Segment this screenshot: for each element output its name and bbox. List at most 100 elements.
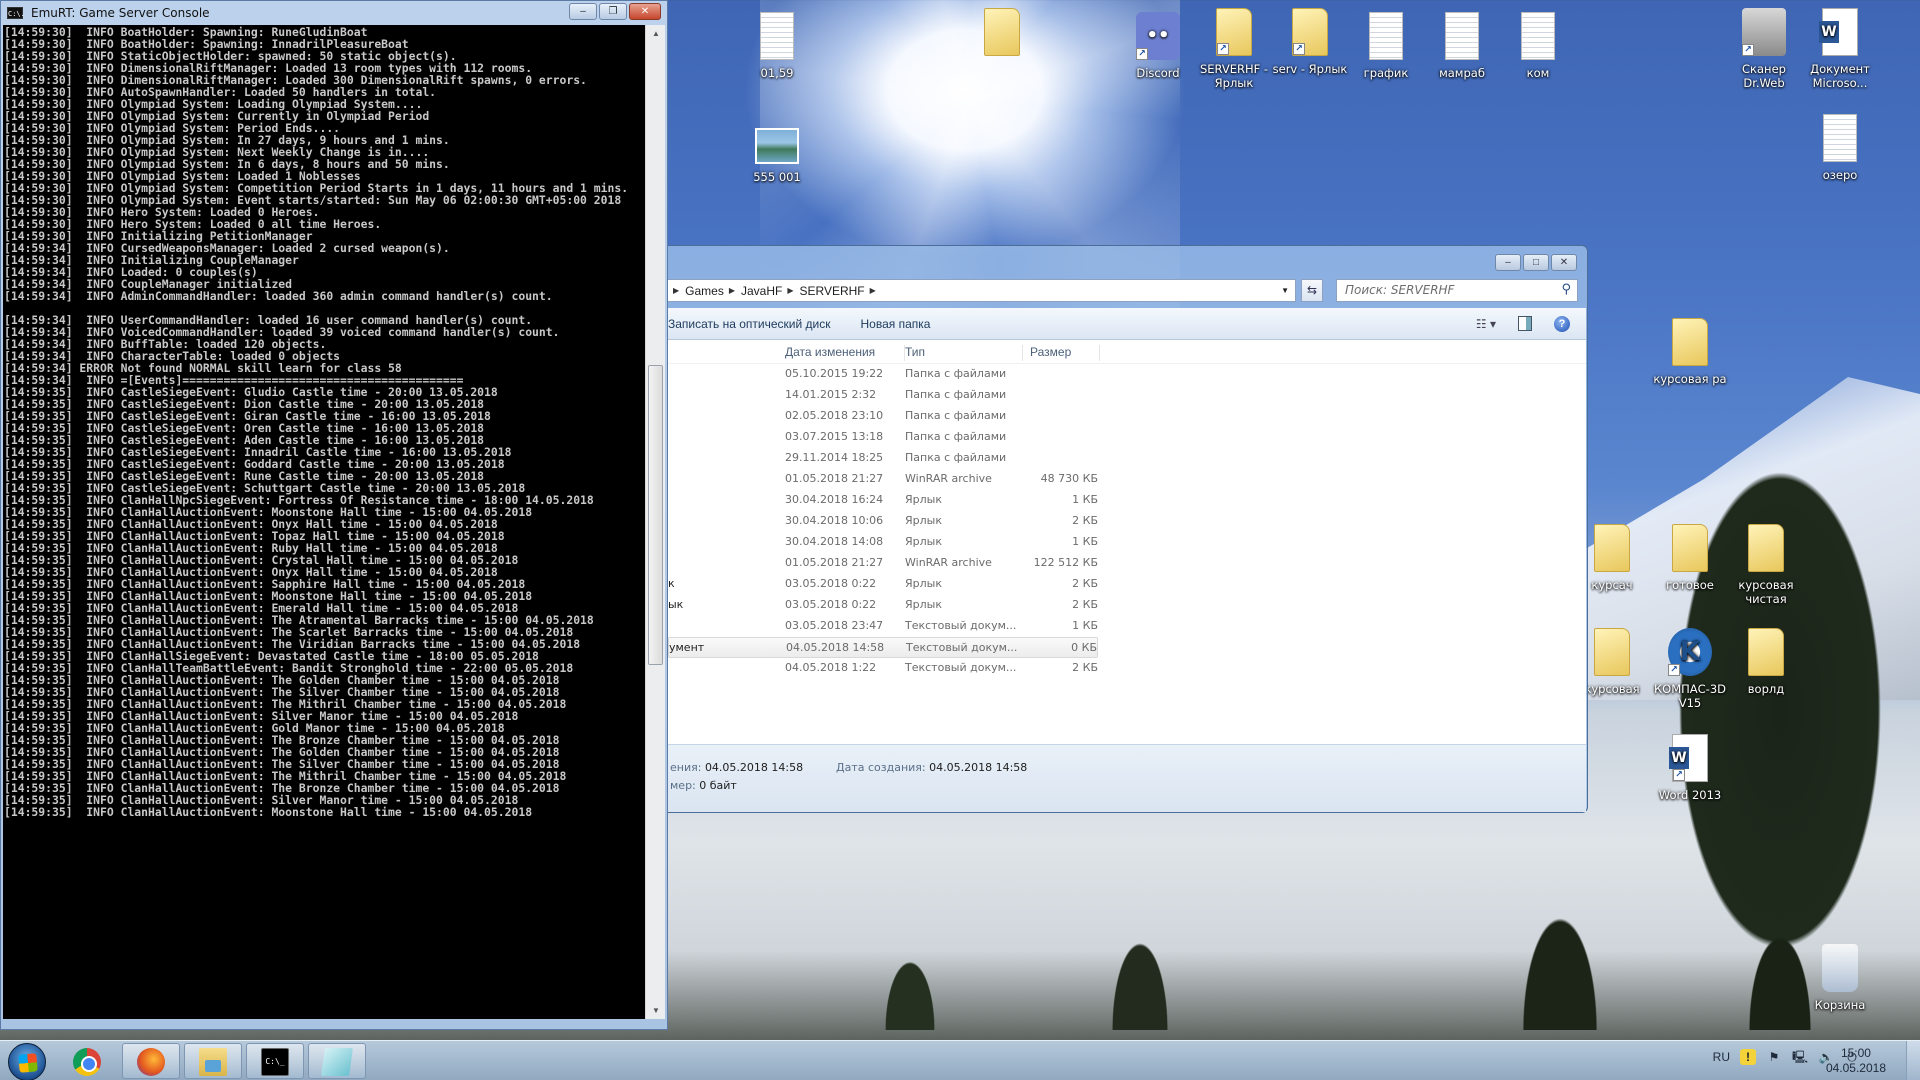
file-row[interactable]: 01.05.2018 21:27 WinRAR archive 122 512 КБ (668, 553, 1098, 574)
taskbar-cmd-button[interactable]: C:\_ (246, 1043, 304, 1079)
preview-pane-icon[interactable] (1518, 316, 1532, 331)
burn-disc-button[interactable]: Записать на оптический диск (668, 317, 831, 331)
desktop-icon[interactable]: курсовая чистая (1724, 524, 1808, 606)
breadcrumb-chevron-icon[interactable]: ▶ (729, 286, 735, 295)
search-icon[interactable]: ⚲ (1561, 282, 1571, 297)
file-date: 01.05.2018 21:27 (785, 472, 884, 485)
desktop-icon[interactable]: ↗ Сканер Dr.Web (1722, 8, 1806, 90)
file-row[interactable]: 14.01.2015 2:32 Папка с файлами (668, 385, 1098, 406)
file-size: 2 КБ (1072, 577, 1098, 590)
breadcrumb-chevron-icon[interactable]: ▶ (787, 286, 793, 295)
taskbar-explorer-button[interactable] (184, 1043, 242, 1079)
desktop-icon[interactable]: ↗ serv - Ярлык (1268, 8, 1352, 76)
folder-icon (1594, 628, 1630, 676)
clock-date: 04.05.2018 (1825, 1061, 1886, 1075)
action-center-flag-icon[interactable]: ⚑ (1766, 1049, 1782, 1065)
desktop-icon[interactable]: ↗ Word 2013 (1648, 734, 1732, 802)
desktop-icon[interactable]: ворлд (1724, 628, 1808, 696)
cmd-icon[interactable]: C:\. (7, 7, 25, 19)
taskbar-chrome-button[interactable] (58, 1043, 116, 1079)
clock[interactable]: 15:00 04.05.2018 (1826, 1046, 1886, 1076)
desktop-icon[interactable]: курсовая ра (1648, 318, 1732, 386)
close-button[interactable]: ✕ (629, 3, 661, 20)
desktop-icon[interactable]: Документ Microso... (1798, 8, 1882, 90)
explorer-window[interactable]: – □ ✕ ▶ Games ▶ JavaHF ▶ SERVERHF ▶ ▼ ⇆ … (668, 245, 1588, 813)
column-size[interactable]: Размер (1030, 345, 1100, 361)
desktop-icon[interactable]: Корзина (1798, 944, 1882, 1012)
language-indicator[interactable]: RU (1713, 1050, 1730, 1064)
taskbar-firefox-button[interactable] (122, 1043, 180, 1079)
command-bar: Записать на оптический диск Новая папка … (668, 308, 1586, 340)
network-icon[interactable]: 🖳 (1792, 1049, 1808, 1065)
address-bar[interactable]: ▶ Games ▶ JavaHF ▶ SERVERHF ▶ ▼ (668, 279, 1296, 302)
file-row[interactable]: 03.05.2018 23:47 Текстовый докум... 1 КБ (668, 616, 1098, 637)
search-input[interactable]: Поиск: SERVERHF ⚲ (1336, 279, 1578, 302)
maximize-button[interactable]: □ (1523, 254, 1549, 271)
new-folder-button[interactable]: Новая папка (861, 317, 931, 331)
desktop-icon-label: ворлд (1747, 682, 1785, 696)
file-row[interactable]: 29.11.2014 18:25 Папка с файлами (668, 448, 1098, 469)
desktop-icon[interactable]: 555 001 (735, 118, 819, 184)
scroll-down-icon[interactable]: ▼ (646, 1002, 666, 1019)
console-titlebar[interactable]: C:\. EmuRT: Game Server Console (1, 1, 667, 25)
view-options-icon[interactable]: ☷ ▾ (1476, 317, 1496, 331)
desktop-icon-label: Документ Microso... (1810, 62, 1870, 90)
desktop-icon[interactable]: K ↗ КОМПАС-3D V15 (1648, 628, 1732, 710)
console-window[interactable]: C:\. EmuRT: Game Server Console – ❐ ✕ [1… (0, 0, 668, 1030)
minimize-button[interactable]: – (569, 3, 597, 20)
shortcut-arrow-icon: ↗ (1136, 48, 1148, 60)
column-date-modified[interactable]: Дата изменения (785, 345, 905, 361)
file-row[interactable]: 03.07.2015 13:18 Папка с файлами (668, 427, 1098, 448)
refresh-button[interactable]: ⇆ (1301, 279, 1323, 302)
chrome-icon (73, 1048, 101, 1076)
detail-modified-label: ения: (670, 761, 702, 774)
file-row[interactable]: 30.04.2018 10:06 Ярлык 2 КБ (668, 511, 1098, 532)
desktop-icon-label: SERVERHF - Ярлык (1199, 62, 1269, 90)
detail-modified: ения: 04.05.2018 14:58 (670, 761, 803, 774)
file-row[interactable]: 30.04.2018 14:08 Ярлык 1 КБ (668, 532, 1098, 553)
file-type: Папка с файлами (905, 367, 1007, 380)
file-row[interactable]: 05.10.2015 19:22 Папка с файлами (668, 364, 1098, 385)
file-row[interactable]: ык 03.05.2018 0:22 Ярлык 2 КБ (668, 595, 1098, 616)
file-date: 04.05.2018 1:22 (785, 661, 877, 674)
doc-icon (760, 12, 794, 60)
breadcrumb-games[interactable]: Games (685, 284, 724, 298)
desktop-icon[interactable]: озеро (1798, 114, 1882, 182)
desktop-icon[interactable] (960, 8, 1044, 62)
file-row[interactable]: 01.05.2018 21:27 WinRAR archive 48 730 КБ (668, 469, 1098, 490)
breadcrumb-chevron-icon[interactable]: ▶ (870, 286, 876, 295)
restore-button[interactable]: ❐ (599, 3, 627, 20)
chevron-down-icon[interactable]: ▼ (1281, 286, 1289, 295)
close-button[interactable]: ✕ (1551, 254, 1577, 271)
scroll-thumb[interactable] (648, 365, 663, 665)
file-type: Папка с файлами (905, 388, 1007, 401)
desktop-icon[interactable]: •• ↗ Discord (1116, 12, 1200, 80)
minimize-button[interactable]: – (1495, 254, 1521, 271)
show-desktop-button[interactable] (1906, 1041, 1920, 1080)
vertical-scrollbar[interactable]: ▲ ▼ (645, 25, 665, 1019)
start-button[interactable] (8, 1043, 46, 1080)
file-row[interactable]: умент 04.05.2018 14:58 Текстовый докум... 0… (668, 637, 1098, 658)
warning-icon[interactable]: ! (1740, 1049, 1756, 1065)
breadcrumb-javahf[interactable]: JavaHF (741, 284, 782, 298)
desktop-icon[interactable]: ↗ SERVERHF - Ярлык (1192, 8, 1276, 90)
file-row[interactable]: 30.04.2018 16:24 Ярлык 1 КБ (668, 490, 1098, 511)
desktop-icon[interactable]: мамраб (1420, 12, 1504, 80)
console-output[interactable]: [14:59:30] INFO BoatHolder: Spawning: Ru… (3, 25, 645, 1019)
scroll-up-icon[interactable]: ▲ (646, 25, 666, 42)
breadcrumb-chevron-icon[interactable]: ▶ (673, 286, 679, 295)
help-icon[interactable]: ? (1554, 315, 1570, 332)
breadcrumb-serverhf[interactable]: SERVERHF (800, 284, 865, 298)
desktop-icon[interactable]: график (1344, 12, 1428, 80)
file-row[interactable]: 04.05.2018 1:22 Текстовый докум... 2 КБ (668, 658, 1098, 679)
desktop-icon[interactable]: 01,59 (735, 12, 819, 80)
desktop-icon[interactable]: готовое (1648, 524, 1732, 592)
file-row[interactable]: 02.05.2018 23:10 Папка с файлами (668, 406, 1098, 427)
file-row[interactable]: к 03.05.2018 0:22 Ярлык 2 КБ (668, 574, 1098, 595)
column-type[interactable]: Тип (905, 345, 1023, 361)
desktop-icon[interactable]: ком (1496, 12, 1580, 80)
doc-icon (1369, 12, 1403, 60)
file-type: Текстовый докум... (906, 641, 1018, 654)
file-date: 03.05.2018 0:22 (785, 598, 877, 611)
taskbar-notepad-button[interactable] (308, 1043, 366, 1079)
